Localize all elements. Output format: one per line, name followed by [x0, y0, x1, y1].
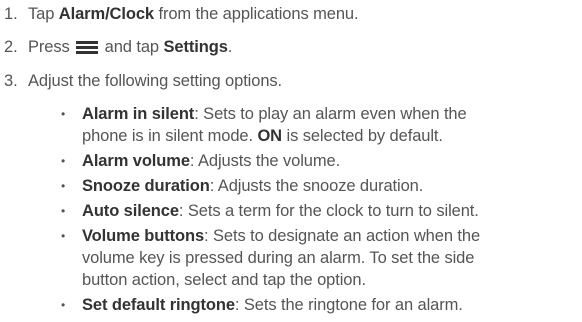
bullet-icon: • [61, 107, 66, 121]
step-bold: Settings [163, 38, 228, 56]
option-text: Auto silence: Sets a term for the clock … [82, 201, 479, 221]
option-text: Set default ringtone: Sets the ringtone … [82, 295, 463, 315]
step-bold: Alarm/Clock [58, 5, 154, 23]
instruction-document: 1. Tap Alarm/Clock from the applications… [0, 0, 582, 322]
bullet-icon: • [61, 229, 66, 243]
step-suffix: from the applications menu. [153, 5, 359, 23]
step-text: Adjust the following setting options. [28, 72, 283, 90]
option-text: Volume buttons: Sets to designate an act… [82, 226, 480, 246]
step-mid: and tap [100, 38, 164, 56]
option-term: Volume buttons [82, 227, 205, 245]
step-text: Tap Alarm/Clock from the applications me… [28, 4, 359, 24]
option-continuation: phone is in silent mode. ON is selected … [82, 126, 443, 146]
option-term: Set default ringtone [82, 296, 235, 314]
option-desc: : Adjusts the volume. [189, 152, 341, 170]
step-number: 3. [4, 72, 18, 90]
option-term: Alarm in silent [82, 105, 195, 123]
option-text: Alarm volume: Adjusts the volume. [82, 151, 340, 171]
option-desc-prefix: phone is in silent mode. [82, 127, 258, 145]
option-desc: : Sets the ringtone for an alarm. [234, 296, 463, 314]
menu-icon [75, 39, 99, 55]
option-desc: : Adjusts the snooze duration. [209, 177, 424, 195]
option-text: Snooze duration: Adjusts the snooze dura… [82, 176, 423, 196]
step-prefix: Tap [28, 5, 59, 23]
option-text: Alarm in silent: Sets to play an alarm e… [82, 104, 467, 124]
option-term: Snooze duration [82, 177, 210, 195]
step-text: Press and tap Settings. [28, 37, 232, 57]
option-desc-suffix: is selected by default. [282, 127, 443, 145]
option-continuation: volume key is pressed during an alarm. T… [82, 249, 475, 267]
option-continuation: button action, select and tap the option… [82, 271, 366, 289]
option-desc: : Sets to play an alarm even when the [194, 105, 467, 123]
bullet-icon: • [61, 154, 66, 168]
bullet-icon: • [61, 298, 66, 312]
step-suffix: . [227, 38, 233, 56]
bullet-icon: • [61, 179, 66, 193]
bullet-icon: • [61, 204, 66, 218]
step-number: 2. [4, 38, 18, 56]
option-desc: : Sets a term for the clock to turn to s… [178, 202, 479, 220]
option-desc: : Sets to designate an action when the [204, 227, 481, 245]
option-value-on: ON [257, 127, 283, 145]
step-prefix: Press [28, 38, 75, 56]
option-term: Auto silence [82, 202, 179, 220]
step-number: 1. [4, 5, 18, 23]
option-term: Alarm volume [82, 152, 190, 170]
